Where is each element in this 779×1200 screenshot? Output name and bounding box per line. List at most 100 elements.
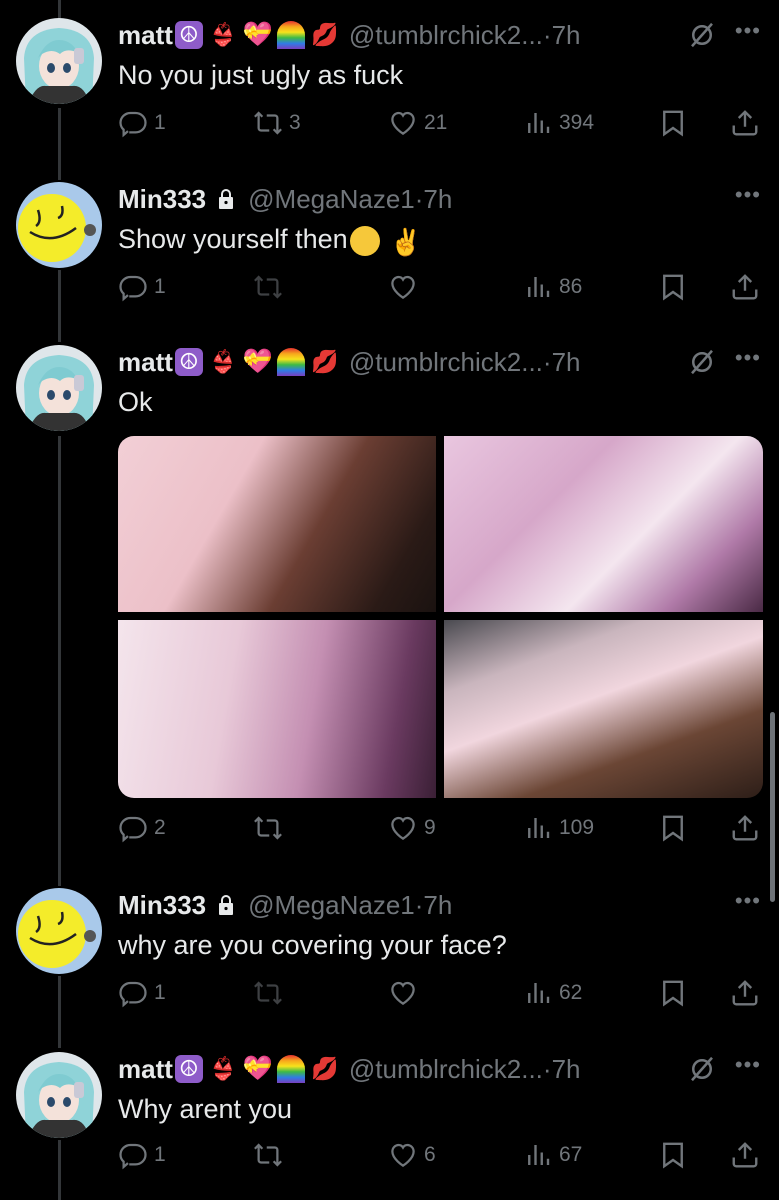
display-name[interactable]: matt: [118, 347, 173, 378]
photo[interactable]: [444, 436, 763, 612]
share-button[interactable]: [730, 813, 760, 843]
more-options-icon[interactable]: •••: [735, 888, 761, 914]
scrollbar[interactable]: [770, 712, 775, 902]
bookmark-icon: [658, 272, 688, 302]
avatar[interactable]: [16, 1052, 102, 1138]
repost-count: 3: [289, 111, 301, 134]
username-handle[interactable]: @tumblrchick2...: [349, 1054, 543, 1085]
display-name[interactable]: matt: [118, 1054, 173, 1085]
views-button[interactable]: 109: [523, 813, 594, 843]
bookmark-icon: [658, 1140, 688, 1170]
reply-button[interactable]: 1: [118, 108, 166, 138]
reply-button[interactable]: 1: [118, 1140, 166, 1170]
loudly-crying-face-emoji: [349, 225, 380, 256]
rainbow-emoji: [276, 1055, 305, 1083]
timestamp[interactable]: ·7h: [543, 20, 581, 51]
tweet[interactable]: matt ☮ 👙 💝 💋 @tumblrchick2... ·7h ••• No…: [0, 18, 779, 148]
views-button[interactable]: 394: [523, 108, 594, 138]
rainbow-emoji: [276, 21, 305, 49]
photo[interactable]: [444, 620, 763, 798]
heart-with-ribbon-emoji: 💝: [242, 348, 273, 375]
repost-button[interactable]: [253, 1140, 289, 1170]
display-name[interactable]: matt: [118, 20, 173, 51]
username-handle[interactable]: @MegaNaze1: [248, 184, 415, 215]
avatar[interactable]: [16, 888, 102, 974]
bikini-emoji: 👙: [209, 349, 237, 374]
display-name[interactable]: Min333: [118, 184, 206, 215]
bookmark-button[interactable]: [658, 813, 688, 843]
like-button[interactable]: 21: [388, 108, 447, 138]
grok-icon[interactable]: [687, 20, 717, 50]
tweet-text-content: Show yourself then: [118, 224, 348, 254]
views-icon: [523, 813, 553, 843]
username-handle[interactable]: @tumblrchick2...: [349, 20, 543, 51]
timestamp[interactable]: ·7h: [415, 184, 453, 215]
tweet[interactable]: Min333 @MegaNaze1 ·7h ••• why are you co…: [0, 888, 779, 1018]
tweet[interactable]: Min333 @MegaNaze1 ·7h ••• Show yourself …: [0, 182, 779, 312]
like-button[interactable]: 6: [388, 1140, 436, 1170]
avatar[interactable]: [16, 18, 102, 104]
victory-hand-emoji: ✌: [389, 226, 423, 257]
tweet-text: No you just ugly as fuck: [118, 60, 404, 90]
views-icon: [523, 272, 553, 302]
share-icon: [730, 813, 760, 843]
repost-button[interactable]: [253, 272, 289, 302]
bikini-emoji: 👙: [209, 22, 237, 47]
bookmark-button[interactable]: [658, 272, 688, 302]
avatar[interactable]: [16, 345, 102, 431]
bookmark-button[interactable]: [658, 1140, 688, 1170]
reply-count: 1: [154, 1143, 166, 1166]
share-icon: [730, 978, 760, 1008]
photo[interactable]: [118, 620, 436, 798]
repost-button[interactable]: [253, 978, 289, 1008]
views-icon: [523, 1140, 553, 1170]
reply-button[interactable]: 2: [118, 813, 166, 843]
tweet-actions: 2 9 109: [118, 813, 763, 845]
avatar[interactable]: [16, 182, 102, 268]
repost-button[interactable]: [253, 813, 289, 843]
tweet-actions: 1 6 67: [118, 1140, 763, 1172]
views-button[interactable]: 62: [523, 978, 582, 1008]
repost-button[interactable]: 3: [253, 108, 301, 138]
more-options-icon[interactable]: •••: [735, 1052, 761, 1078]
views-button[interactable]: 67: [523, 1140, 582, 1170]
grok-icon[interactable]: [687, 347, 717, 377]
views-button[interactable]: 86: [523, 272, 582, 302]
bikini-emoji: 👙: [209, 1056, 237, 1081]
share-button[interactable]: [730, 1140, 760, 1170]
grok-icon[interactable]: [687, 1054, 717, 1084]
tweet[interactable]: matt ☮ 👙 💝 💋 @tumblrchick2... ·7h ••• Wh…: [0, 1052, 779, 1182]
like-count: 21: [424, 111, 448, 134]
photo[interactable]: [118, 436, 436, 612]
bookmark-button[interactable]: [658, 108, 688, 138]
username-handle[interactable]: @tumblrchick2...: [349, 347, 543, 378]
share-button[interactable]: [730, 108, 760, 138]
reply-button[interactable]: 1: [118, 272, 166, 302]
display-name[interactable]: Min333: [118, 890, 206, 921]
bookmark-button[interactable]: [658, 978, 688, 1008]
share-button[interactable]: [730, 272, 760, 302]
heart-icon: [388, 108, 418, 138]
bookmark-icon: [658, 813, 688, 843]
repost-icon: [253, 272, 283, 302]
more-options-icon[interactable]: •••: [735, 345, 761, 371]
tweet-text: Show yourself then ✌: [118, 224, 423, 257]
username-handle[interactable]: @MegaNaze1: [248, 890, 415, 921]
view-count: 67: [559, 1143, 583, 1166]
tweet-text: why are you covering your face?: [118, 930, 507, 960]
timestamp[interactable]: ·7h: [415, 890, 453, 921]
share-button[interactable]: [730, 978, 760, 1008]
views-icon: [523, 978, 553, 1008]
like-button[interactable]: [388, 272, 424, 302]
like-button[interactable]: [388, 978, 424, 1008]
heart-with-ribbon-emoji: 💝: [242, 21, 273, 48]
reply-button[interactable]: 1: [118, 978, 166, 1008]
like-button[interactable]: 9: [388, 813, 436, 843]
more-options-icon[interactable]: •••: [735, 182, 761, 208]
timestamp[interactable]: ·7h: [543, 1054, 581, 1085]
tweet-text: Ok: [118, 387, 153, 417]
timestamp[interactable]: ·7h: [543, 347, 581, 378]
heart-icon: [388, 1140, 418, 1170]
reply-icon: [118, 108, 148, 138]
more-options-icon[interactable]: •••: [735, 18, 761, 44]
